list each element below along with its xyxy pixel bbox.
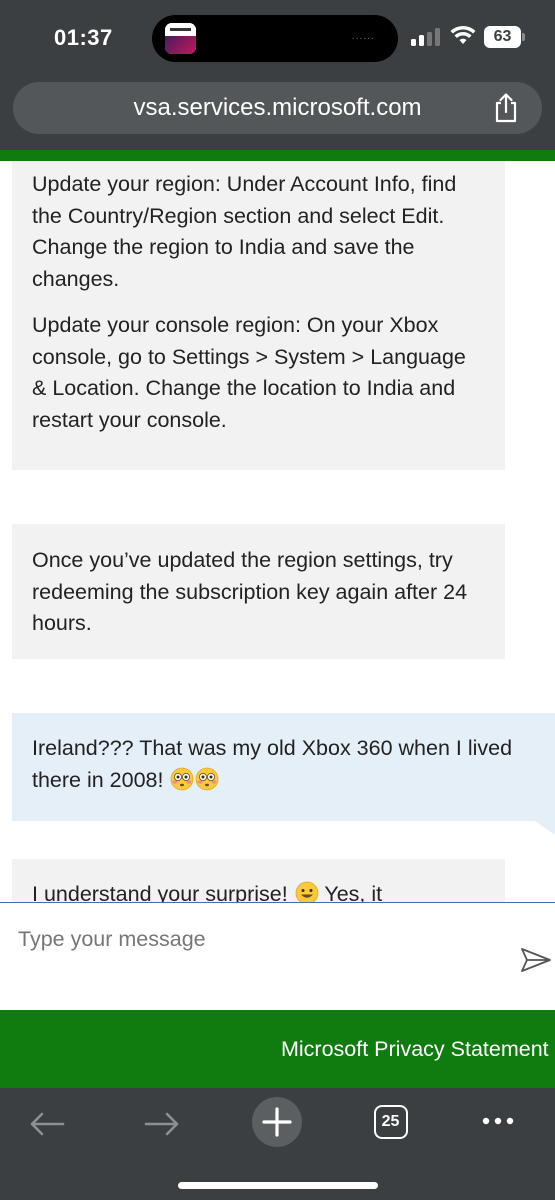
island-activity-dots: ......	[352, 31, 375, 42]
chat-transcript[interactable]: Update your region: Under Account Info, …	[0, 161, 555, 902]
tab-count: 25	[381, 1113, 400, 1130]
cellular-signal-icon	[411, 28, 443, 46]
wifi-icon	[450, 25, 476, 44]
message-paragraph: Once you’ve updated the region settings,…	[32, 548, 468, 635]
agent-message: Update your region: Under Account Info, …	[12, 161, 505, 470]
message-text: Ireland??? That was my old Xbox 360 when…	[32, 733, 535, 796]
message-text: I understand your surprise! Yes, it	[32, 879, 485, 902]
home-indicator[interactable]	[178, 1182, 378, 1189]
flushed-face-emoji	[196, 767, 219, 790]
agent-message: I understand your surprise! Yes, it	[12, 859, 505, 902]
address-bar-url: vsa.services.microsoft.com	[133, 94, 422, 121]
share-icon[interactable]	[491, 92, 521, 124]
battery-tip	[522, 33, 525, 41]
dynamic-island[interactable]: ......	[152, 15, 398, 62]
page-header-strip	[0, 150, 555, 161]
browser-top-chrome: 01:37 ...... 63 vsa.services.microsoft.c	[0, 0, 555, 150]
message-composer	[0, 902, 555, 1010]
privacy-statement-link[interactable]: Microsoft Privacy Statement	[281, 1037, 549, 1062]
address-bar[interactable]: vsa.services.microsoft.com	[13, 82, 542, 134]
message-paragraph: Update your region: Under Account Info, …	[32, 172, 457, 291]
message-input[interactable]	[18, 921, 498, 957]
new-tab-plus-icon[interactable]	[251, 1096, 303, 1148]
message-text-content: Ireland??? That was my old Xbox 360 when…	[32, 736, 513, 792]
user-bubble-tail	[535, 821, 555, 835]
message-paragraph: Update your console region: On your Xbox…	[32, 313, 466, 432]
grinning-face-emoji	[295, 881, 319, 902]
forward-arrow-icon[interactable]	[143, 1110, 181, 1138]
battery-indicator: 63	[484, 26, 526, 48]
status-time: 01:37	[54, 25, 113, 50]
page-footer: Microsoft Privacy Statement	[0, 1010, 555, 1088]
send-icon[interactable]	[519, 945, 553, 975]
tab-switcher-button[interactable]: 25	[374, 1105, 408, 1139]
flushed-face-emoji	[171, 767, 194, 790]
back-arrow-icon[interactable]	[28, 1110, 66, 1138]
more-menu-icon[interactable]	[480, 1115, 516, 1127]
message-text-continued: Yes, it	[324, 882, 383, 902]
agent-message: Once you’ve updated the region settings,…	[12, 524, 505, 659]
user-message: Ireland??? That was my old Xbox 360 when…	[12, 713, 555, 821]
now-playing-app-icon	[165, 23, 196, 54]
message-text-content: I understand your surprise!	[32, 882, 288, 902]
status-bar: 01:37 ...... 63	[0, 0, 555, 74]
battery-level: 63	[484, 26, 521, 48]
